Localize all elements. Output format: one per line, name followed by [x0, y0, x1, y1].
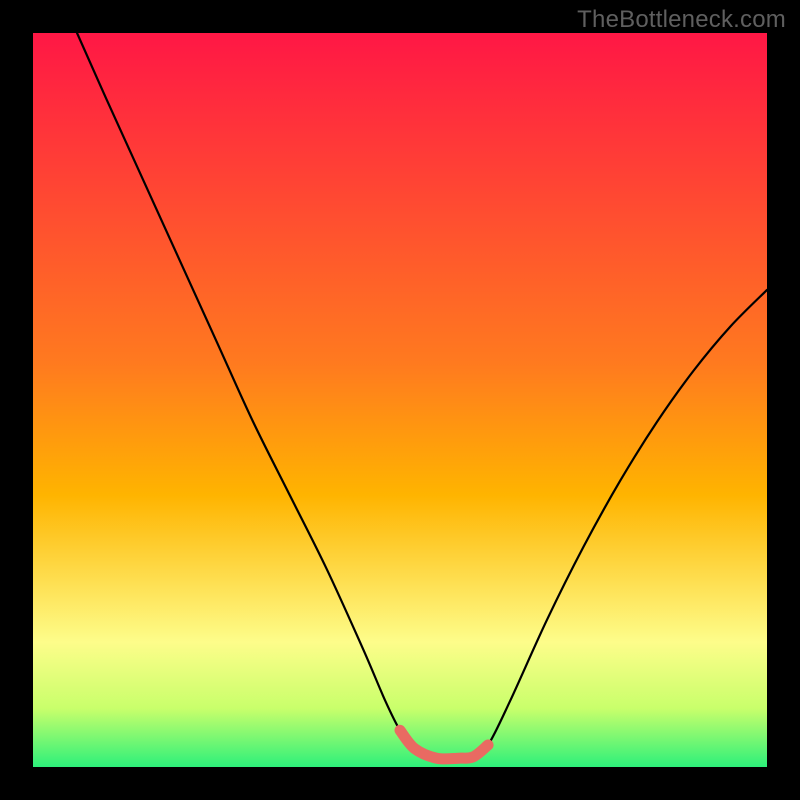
plot-svg: [33, 33, 767, 767]
watermark-text: TheBottleneck.com: [577, 6, 786, 34]
chart-frame: TheBottleneck.com: [0, 0, 800, 800]
plot-area: [33, 33, 767, 767]
